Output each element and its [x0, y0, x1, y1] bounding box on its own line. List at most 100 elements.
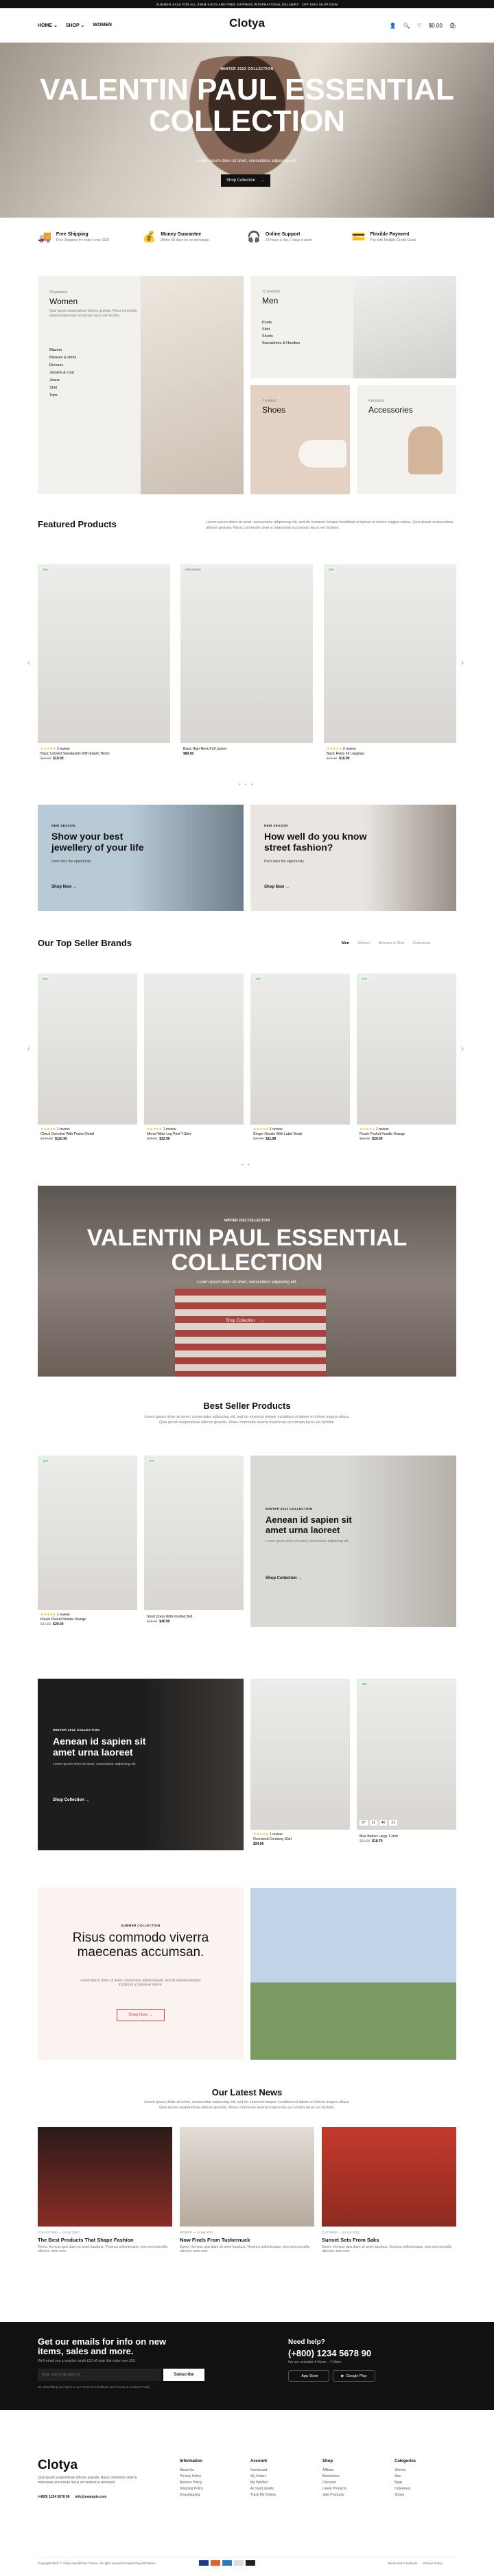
footer-link[interactable]: Account details: [250, 2486, 276, 2492]
footer-link[interactable]: Latest Products: [322, 2486, 346, 2492]
tab-men[interactable]: Men: [342, 941, 349, 945]
news-headline[interactable]: The Best Products That Shape Fashion: [38, 2237, 134, 2243]
product-name[interactable]: Check Overshirt With Pocket Detail: [40, 1132, 94, 1137]
google-play-button[interactable]: ▶ Google Play: [333, 2370, 375, 2382]
category-link[interactable]: Tops: [49, 392, 76, 400]
category-link[interactable]: Sweatshirts & Hoodies: [262, 340, 300, 347]
category-link[interactable]: Jackets & coat: [49, 369, 76, 377]
product-card[interactable]: 19% ★★★★★ 1 review Ginger Hoodie With Lab…: [250, 974, 350, 1152]
carousel-dots[interactable]: • •: [242, 1162, 251, 1168]
banner-shop-button[interactable]: Shop Collection →: [220, 1315, 270, 1327]
privacy-link[interactable]: Privacy Policy: [423, 2562, 443, 2565]
product-name[interactable]: Basic Colored Sweatpants With Elastic He…: [40, 752, 110, 757]
category-link[interactable]: Shirt: [262, 326, 300, 333]
product-card[interactable]: PREORDER Basic High-Neck Puff Jacket $89.…: [180, 564, 313, 770]
nav-home[interactable]: HOME ⌄: [38, 23, 58, 28]
footer-link[interactable]: Dropshipping: [180, 2492, 203, 2498]
product-name[interactable]: Ginger Hoodie With Label Detail: [253, 1132, 302, 1137]
dark-promo-banner[interactable]: WINTER 2022 COLLECTION Aenean id sapien …: [38, 1679, 244, 1850]
category-shoes[interactable]: 7 product Shoes: [250, 385, 350, 494]
product-card[interactable]: 20% ★★★★★ 1 review Check Overshirt With P…: [38, 974, 137, 1152]
product-name[interactable]: Pouch Pocket Hoodie Orange: [360, 1132, 405, 1137]
footer-link[interactable]: Track My Orders: [250, 2492, 276, 2498]
footer-link[interactable]: Bestsellers: [322, 2474, 346, 2480]
product-card[interactable]: 14% ★★★★★ 1 review Pouch Pocket Hoodie Or…: [357, 974, 456, 1152]
news-headline[interactable]: Sunset Sets From Saks: [322, 2237, 379, 2243]
search-icon[interactable]: 🔍: [403, 23, 410, 29]
footer-link[interactable]: Shoes: [395, 2492, 416, 2498]
hero-shop-button[interactable]: Shop Collection →: [221, 174, 271, 187]
product-card[interactable]: ★★★★★ 1 review Oversized Corduroy Shirt $3…: [250, 1679, 350, 1857]
promo-banner-jewellery[interactable]: NEW SEASON Show your best jewellery of y…: [38, 805, 244, 911]
carousel-dots[interactable]: • • •: [239, 781, 255, 787]
footer-link[interactable]: Returns Policy: [180, 2480, 203, 2486]
promo-shop-link[interactable]: Shop Now →: [51, 885, 77, 889]
subscribe-button[interactable]: Subscribe: [163, 2369, 204, 2381]
footer-link[interactable]: Bags: [395, 2480, 416, 2486]
product-name[interactable]: Blue Barber Large T-shirt: [360, 1835, 398, 1839]
bestseller-banner[interactable]: WINTER 2022 COLLECTION Aenean id sapien …: [250, 1456, 456, 1627]
news-headline[interactable]: Now Finds From Tuckernuck: [180, 2237, 250, 2243]
footer-logo[interactable]: Clotya: [38, 2458, 78, 2473]
news-card[interactable]: COLLECTION — 12 Apr 2022 The Best Produc…: [38, 2127, 172, 2243]
product-card[interactable]: 25% ★★★★★ 2 review Basic Relax Fit Leggin…: [324, 564, 456, 770]
category-accessories[interactable]: 4 products Accessories: [357, 385, 456, 494]
footer-link[interactable]: About Us: [180, 2468, 203, 2474]
product-card[interactable]: ★★★★★ 1 review Merrel Wide Leg Print T-Sh…: [144, 974, 244, 1152]
nav-women[interactable]: WOMEN: [93, 23, 112, 28]
category-link[interactable]: Blouses & shirts: [49, 354, 76, 362]
product-card[interactable]: 18% 57 11 46 21 Blue Barber Large T-shir…: [357, 1679, 456, 1857]
category-link[interactable]: Shirt: [49, 384, 76, 392]
footer-link[interactable]: Sale Products: [322, 2492, 346, 2498]
category-men[interactable]: 23 products Men Pants Shirt Shorts Sweat…: [250, 276, 456, 378]
collection-shop-button[interactable]: Shop Now →: [117, 2009, 165, 2021]
product-name[interactable]: Merrel Wide Leg Print T-Shirt: [147, 1132, 191, 1137]
product-name[interactable]: Oversized Corduroy Shirt: [253, 1837, 292, 1842]
banner-shop-link[interactable]: Shop Collection →: [266, 1576, 302, 1580]
product-name[interactable]: Basic High-Neck Puff Jacket: [183, 747, 226, 752]
footer-link[interactable]: My Wishlist: [250, 2480, 276, 2486]
category-link[interactable]: Jeans: [49, 377, 76, 384]
product-card[interactable]: 25% ★★★★★ 3 review Basic Colored Sweatpan…: [38, 564, 170, 770]
category-link[interactable]: Shorts: [262, 333, 300, 340]
help-phone[interactable]: (+800) 1234 5678 90: [288, 2348, 371, 2358]
cart-icon[interactable]: 🛍: [449, 23, 456, 29]
footer-link[interactable]: Affiliate: [322, 2468, 346, 2474]
email-input[interactable]: [38, 2369, 161, 2381]
footer-phone[interactable]: (+800) 1234 5678 90: [38, 2495, 70, 2499]
news-card[interactable]: WOMEN — 12 Apr 2022 Now Finds From Tucke…: [180, 2127, 314, 2243]
product-card[interactable]: 14% ★★★★★ 1 review Pouch Pocket Hoodie Or…: [38, 1456, 137, 1637]
app-store-button[interactable]: App Store: [288, 2370, 329, 2382]
product-name[interactable]: Pouch Pocket Hoodie Orange: [40, 1618, 86, 1622]
tab-women[interactable]: Women: [357, 941, 370, 945]
footer-link[interactable]: My Orders: [250, 2474, 276, 2480]
footer-email[interactable]: info@example.com: [75, 2495, 107, 2499]
nav-shop[interactable]: SHOP ⌄: [66, 23, 85, 28]
tab-blouses[interactable]: Blouses & Shirt: [379, 941, 405, 945]
category-women[interactable]: 29 products Women Quis ipsum suspendisse…: [38, 276, 244, 494]
footer-link[interactable]: Shipping Policy: [180, 2486, 203, 2492]
terms-link[interactable]: Terms and Conditions: [388, 2562, 418, 2565]
category-link[interactable]: Pants: [262, 319, 300, 326]
chevron-left-icon[interactable]: ‹: [27, 1044, 30, 1053]
chevron-left-icon[interactable]: ‹: [27, 658, 30, 667]
category-link[interactable]: Dresses: [49, 362, 76, 369]
footer-link[interactable]: Discount: [322, 2480, 346, 2486]
footer-link[interactable]: Privacy Policy: [180, 2474, 203, 2480]
product-name[interactable]: Basic Relax Fit Leggings: [327, 752, 364, 757]
chevron-right-icon[interactable]: ›: [461, 658, 464, 667]
promo-banner-fashion[interactable]: NEW SEASON How well do you know street f…: [250, 805, 456, 911]
user-icon[interactable]: 👤: [390, 23, 397, 29]
footer-link[interactable]: Dashboard: [250, 2468, 276, 2474]
category-link[interactable]: Blazers: [49, 347, 76, 354]
product-name[interactable]: Short Dress With Knotted Belt: [147, 1615, 192, 1620]
footer-link[interactable]: Women: [395, 2468, 416, 2474]
chevron-right-icon[interactable]: ›: [461, 1044, 464, 1053]
news-card[interactable]: CLOTHING — 12 Apr 2022 Sunset Sets From …: [322, 2127, 456, 2243]
tab-outerwear[interactable]: Outerwear: [412, 941, 430, 945]
banner-shop-link[interactable]: Shop Collection →: [53, 1798, 89, 1802]
footer-link[interactable]: Men: [395, 2474, 416, 2480]
wishlist-icon[interactable]: ♡: [417, 23, 422, 29]
footer-link[interactable]: Outerwear: [395, 2486, 416, 2492]
product-card[interactable]: 11% Short Dress With Knotted Belt $45.00 $…: [144, 1456, 244, 1637]
